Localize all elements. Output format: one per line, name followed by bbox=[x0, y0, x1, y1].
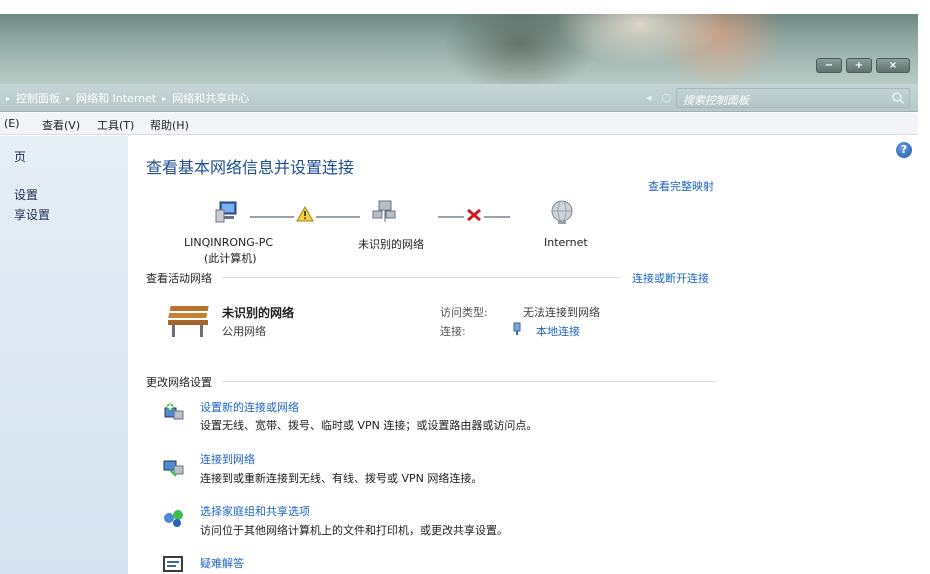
task-homegroup-desc: 访问位于其他网络计算机上的文件和打印机，或更改共享设置。 bbox=[200, 524, 508, 537]
sidebar-item-adapter-settings[interactable]: 设置 bbox=[14, 186, 38, 203]
task-troubleshoot-link[interactable]: 疑难解答 bbox=[200, 555, 244, 571]
address-bar: ▸ 控制面板 ▸ 网络和 Internet ▸ 网络和共享中心 ◂ ○ 搜索控制… bbox=[0, 84, 918, 112]
globe-icon bbox=[551, 200, 573, 224]
connector-line bbox=[438, 216, 464, 218]
task-connect-network-desc: 连接到或重新连接到无线、有线、拨号或 VPN 网络连接。 bbox=[200, 472, 483, 485]
page-title: 查看基本网络信息并设置连接 bbox=[146, 158, 355, 177]
sidebar-item-home[interactable]: 页 bbox=[14, 148, 26, 165]
new-connection-icon bbox=[164, 403, 184, 420]
menu-edit[interactable]: (E) bbox=[4, 117, 20, 130]
breadcrumb: ▸ 控制面板 ▸ 网络和 Internet ▸ 网络和共享中心 bbox=[6, 90, 249, 106]
menu-help[interactable]: 帮助(H) bbox=[150, 117, 189, 133]
computer-subtitle: (此计算机) bbox=[204, 252, 257, 265]
task-connect-network-link[interactable]: 连接到网络 bbox=[200, 451, 255, 467]
chevron-right-icon[interactable]: ▸ bbox=[162, 94, 166, 103]
computer-name: LINQINRONG-PC bbox=[184, 236, 274, 249]
homegroup-sharing-icon bbox=[164, 510, 183, 527]
active-network-name: 未识别的网络 bbox=[222, 306, 295, 320]
search-icon[interactable] bbox=[891, 91, 905, 105]
active-network-type: 公用网络 bbox=[222, 325, 266, 338]
public-network-bench-icon bbox=[168, 306, 209, 337]
title-bar[interactable]: − + × bbox=[0, 14, 918, 84]
ethernet-icon bbox=[513, 322, 521, 335]
minimize-button[interactable]: − bbox=[816, 58, 842, 73]
task-homegroup-link[interactable]: 选择家庭组和共享选项 bbox=[200, 503, 310, 519]
menu-bar: (E) 查看(V) 工具(T) 帮助(H) bbox=[0, 113, 918, 135]
breadcrumb-network-internet[interactable]: 网络和 Internet bbox=[76, 90, 156, 106]
change-settings-header: 更改网络设置 bbox=[146, 376, 212, 389]
chevron-right-icon: ▸ bbox=[6, 93, 11, 103]
warning-icon bbox=[296, 206, 314, 222]
connection-label: 连接: bbox=[440, 325, 466, 338]
sidebar: 页 设置 享设置 bbox=[0, 136, 128, 574]
connector-line bbox=[484, 216, 510, 218]
section-divider bbox=[222, 277, 620, 278]
troubleshoot-icon bbox=[163, 556, 183, 572]
main-content: ? 查看基本网络信息并设置连接 查看完整映射 LINQINRONG-PC (此计… bbox=[128, 136, 918, 574]
internet-node-label: Internet bbox=[544, 236, 588, 249]
breadcrumb-network-sharing-center[interactable]: 网络和共享中心 bbox=[172, 90, 249, 106]
maximize-button[interactable]: + bbox=[846, 58, 872, 73]
window: − + × ▸ 控制面板 ▸ 网络和 Internet ▸ 网络和共享中心 ◂ … bbox=[0, 14, 918, 574]
window-controls: − + × bbox=[816, 58, 910, 73]
menu-tools[interactable]: 工具(T) bbox=[97, 117, 134, 133]
network-icon bbox=[372, 200, 396, 222]
connector-line bbox=[316, 216, 360, 218]
connect-network-icon bbox=[163, 460, 184, 477]
access-type-label: 访问类型: bbox=[440, 306, 488, 319]
refresh-icon[interactable]: ○ bbox=[662, 91, 672, 104]
search-input[interactable]: 搜索控制面板 bbox=[676, 88, 910, 108]
sidebar-item-sharing-settings[interactable]: 享设置 bbox=[14, 206, 50, 223]
network-map: LINQINRONG-PC (此计算机) 未识别的网络 Internet bbox=[146, 192, 706, 266]
search-placeholder: 搜索控制面板 bbox=[683, 94, 749, 107]
section-divider bbox=[222, 381, 716, 382]
dropdown-arrow-icon[interactable]: ◂ bbox=[646, 91, 652, 104]
close-button[interactable]: × bbox=[876, 58, 910, 73]
local-connection-link[interactable]: 本地连接 bbox=[536, 323, 580, 339]
active-networks-header: 查看活动网络 bbox=[146, 272, 212, 285]
help-icon[interactable]: ? bbox=[896, 142, 912, 158]
connector-line bbox=[250, 216, 294, 218]
menu-view[interactable]: 查看(V) bbox=[42, 117, 80, 133]
computer-icon bbox=[215, 201, 237, 223]
breadcrumb-control-panel[interactable]: 控制面板 bbox=[16, 90, 60, 106]
access-type-value: 无法连接到网络 bbox=[523, 306, 600, 319]
address-nav: ◂ ○ bbox=[646, 91, 671, 104]
disconnected-x-icon bbox=[467, 208, 481, 222]
network-node-label: 未识别的网络 bbox=[358, 238, 424, 251]
connect-disconnect-link[interactable]: 连接或断开连接 bbox=[632, 270, 709, 286]
task-setup-connection-desc: 设置无线、宽带、拨号、临时或 VPN 连接；或设置路由器或访问点。 bbox=[200, 419, 538, 432]
chevron-right-icon[interactable]: ▸ bbox=[66, 94, 70, 103]
task-setup-connection-link[interactable]: 设置新的连接或网络 bbox=[200, 399, 299, 415]
